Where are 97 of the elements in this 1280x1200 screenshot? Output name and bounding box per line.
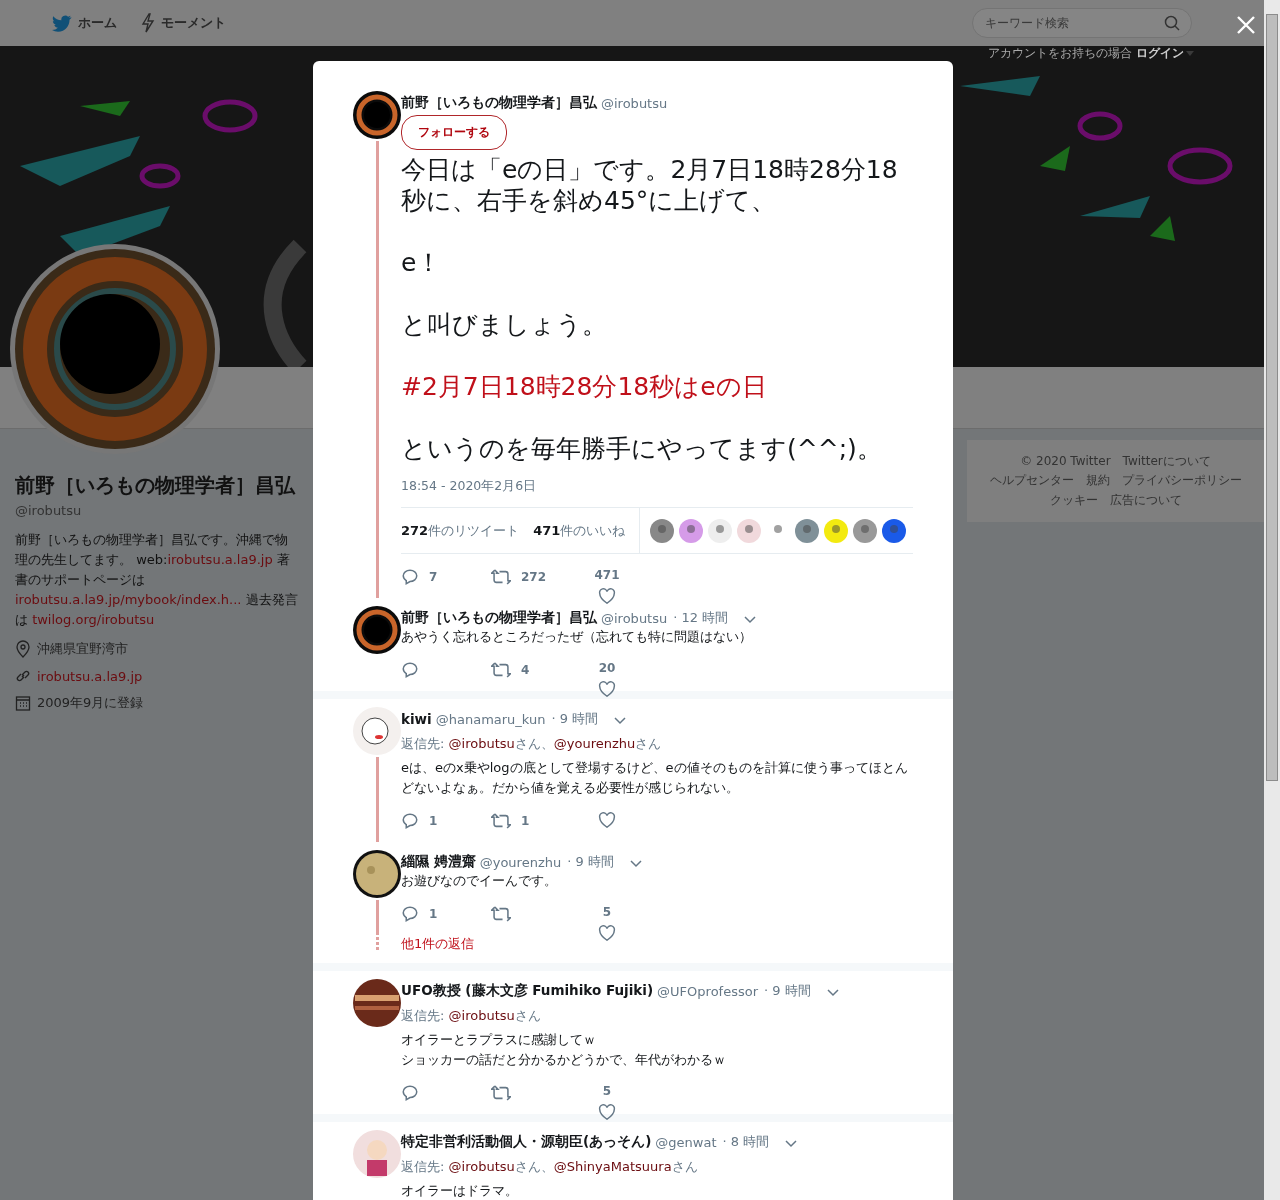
tweet-time: · 9 時間 bbox=[567, 853, 614, 871]
reply-text: オイラーはドラマ。 bbox=[401, 1182, 519, 1200]
close-icon bbox=[1237, 16, 1255, 34]
author-name: kiwi bbox=[401, 711, 432, 727]
author-name: 緇隰 娉澧齋 bbox=[401, 853, 476, 871]
avatar[interactable] bbox=[353, 606, 401, 654]
link[interactable]: irobutsu.a.la9.jp/mybook/index.h... bbox=[15, 592, 242, 607]
reply-text: お遊びなのでイーんです。 bbox=[401, 872, 558, 890]
author-name: 前野［いろもの物理学者］昌弘 bbox=[401, 609, 597, 627]
tweet-time: · 8 時間 bbox=[722, 1133, 770, 1151]
link-icon bbox=[15, 668, 31, 684]
tweet-text: というのを毎年勝手にやってます(^^;)。 bbox=[401, 433, 883, 464]
footer-link[interactable]: ヘルプセンター bbox=[989, 472, 1074, 490]
retweet-icon bbox=[491, 812, 511, 830]
author-handle: @hanamaru_kun bbox=[435, 711, 546, 727]
retweet-icon bbox=[491, 1084, 511, 1102]
avatar[interactable] bbox=[353, 850, 401, 898]
caret-icon[interactable] bbox=[614, 717, 627, 725]
scrollbar-thumb[interactable] bbox=[1266, 14, 1278, 781]
link[interactable]: irobutsu.a.la9.jp bbox=[167, 552, 273, 567]
heart-icon bbox=[598, 925, 616, 941]
tweet-timestamp: 18:54 - 2020年2月6日 bbox=[401, 478, 538, 495]
reply-icon bbox=[401, 905, 419, 923]
link[interactable]: twilog.org/irobutsu bbox=[32, 612, 155, 627]
profile-bio: 前野［いろもの物理学者］昌弘です。沖縄で物理の先生してます。 web:irobutsu.a.la9.jp 著書のサポートページは irobutsu.a.la9.jp/mybook/index.h... 過去発言は twilog.org/irobutsu bbox=[15, 531, 299, 629]
reply-to-line: 返信先: @irobutsu さん bbox=[401, 1007, 542, 1025]
search-field[interactable]: キーワード検索 bbox=[972, 8, 1192, 38]
footer-link[interactable]: Twitterについて bbox=[1122, 453, 1211, 471]
reply-text: あやうく忘れるところだったぜ（忘れても特に問題はない） bbox=[401, 628, 753, 646]
scrollbar[interactable] bbox=[1264, 0, 1280, 1200]
link[interactable]: @irobutsu bbox=[448, 1159, 515, 1174]
caret-icon[interactable] bbox=[744, 616, 757, 624]
more-replies-link[interactable]: 他1件の返信 bbox=[401, 935, 475, 953]
heart-icon bbox=[598, 812, 616, 828]
like-button[interactable]: 5 bbox=[587, 905, 627, 941]
caret-icon[interactable] bbox=[826, 989, 839, 997]
website-link[interactable]: irobutsu.a.la9.jp bbox=[37, 668, 143, 684]
author-handle: @irobutsu bbox=[601, 610, 668, 626]
reply-button[interactable]: 7 bbox=[401, 568, 491, 586]
profile-meta: 2009年9月に登録 bbox=[37, 694, 144, 712]
bird-icon bbox=[52, 14, 72, 32]
calendar-icon bbox=[15, 695, 31, 711]
link[interactable]: @irobutsu bbox=[448, 1008, 515, 1023]
author-name: UFO教授 (藤木文彦 Fumihiko Fujiki) bbox=[401, 982, 654, 1000]
reply-text: ショッカーの話だと分かるかどうかで、年代がわかるｗ bbox=[401, 1051, 727, 1069]
heart-icon bbox=[598, 1104, 616, 1120]
reply-icon bbox=[401, 661, 419, 679]
like-count[interactable]: 471件のいいね bbox=[533, 521, 626, 540]
avatar[interactable] bbox=[882, 518, 907, 543]
tweet-time: · 9 時間 bbox=[551, 710, 599, 728]
footer-link[interactable]: プライバシーポリシー bbox=[1121, 472, 1242, 490]
retweet-button[interactable]: 272 bbox=[491, 568, 581, 586]
retweet-button[interactable]: 1 bbox=[491, 812, 581, 830]
retweet-icon bbox=[491, 905, 511, 923]
reply-text: オイラーとラプラスに感謝してｗ bbox=[401, 1031, 597, 1049]
retweet-button[interactable]: 4 bbox=[491, 661, 581, 679]
heart-icon bbox=[598, 681, 616, 697]
author-handle: @yourenzhu bbox=[479, 854, 562, 870]
like-button[interactable]: 5 bbox=[587, 1084, 627, 1120]
search-icon bbox=[1164, 15, 1180, 31]
caret-icon[interactable] bbox=[785, 1140, 798, 1148]
footer-link[interactable]: クッキー bbox=[1049, 491, 1098, 509]
author-handle: @genwat bbox=[655, 1134, 717, 1150]
reply-to-line: 返信先: @irobutsu さん、@yourenzhu さん bbox=[401, 735, 663, 753]
nav-item[interactable]: ホーム bbox=[52, 14, 117, 32]
footer-link[interactable]: 規約 bbox=[1085, 472, 1110, 490]
location-pin-icon bbox=[15, 640, 31, 658]
retweet-icon bbox=[491, 568, 511, 586]
footer-link[interactable]: © 2020 Twitter bbox=[1020, 453, 1111, 471]
reply-icon bbox=[401, 568, 419, 586]
retweet-icon bbox=[491, 661, 511, 679]
reply-to-line: 返信先: @irobutsu さん、@ShinyaMatsuura さん bbox=[401, 1158, 699, 1176]
author-name: 特定非営利活動個人・源朝臣(あっそん) bbox=[401, 1133, 652, 1151]
author-handle: @UFOprofessor bbox=[657, 983, 759, 999]
reply-button[interactable]: 1 bbox=[401, 905, 491, 923]
link[interactable]: @yourenzhu bbox=[553, 736, 636, 751]
bolt-icon bbox=[141, 13, 155, 33]
retweet-count[interactable]: 272件のリツイート bbox=[401, 521, 520, 540]
tweet-time: · 12 時間 bbox=[673, 609, 729, 627]
footer-link[interactable]: 広告について bbox=[1109, 491, 1182, 509]
heart-icon bbox=[598, 588, 616, 604]
caret-icon[interactable] bbox=[629, 860, 642, 868]
link[interactable]: @irobutsu bbox=[448, 736, 515, 751]
reply-text: eは、eのx乗やlogの底として登場するけど、eの値そのものを計算に使う事ってほとんどないよなぁ。だから値を覚える必要性が感じられない。 bbox=[401, 759, 909, 797]
profile-name: 前野［いろもの物理学者］昌弘 bbox=[15, 472, 297, 499]
like-button[interactable]: 471 bbox=[587, 568, 627, 604]
avatar[interactable] bbox=[353, 979, 401, 1027]
nav-item[interactable]: モーメント bbox=[141, 13, 226, 33]
hashtag-link[interactable]: #2月7日18時28分18秒はeの日 bbox=[401, 372, 767, 401]
like-button[interactable]: 20 bbox=[587, 661, 627, 697]
profile-meta: 沖縄県宜野湾市 bbox=[37, 640, 128, 658]
reply-button[interactable]: 1 bbox=[401, 812, 491, 830]
reply-icon bbox=[401, 1084, 419, 1102]
link[interactable]: @ShinyaMatsuura bbox=[553, 1159, 672, 1174]
profile-handle: @irobutsu bbox=[15, 503, 83, 518]
reply-icon bbox=[401, 812, 419, 830]
tweet-time: · 9 時間 bbox=[764, 982, 811, 1000]
